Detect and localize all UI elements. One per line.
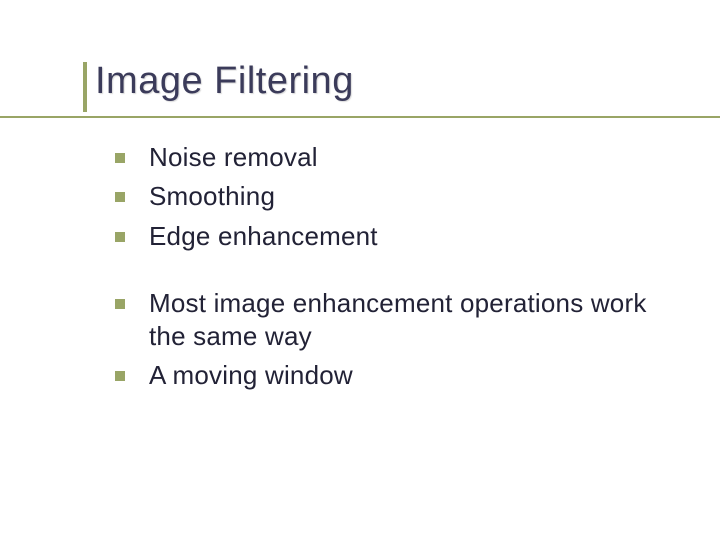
list-item-text: Most image enhancement operations work t… (149, 287, 670, 354)
square-bullet-icon (115, 192, 125, 202)
slide-content: Noise removal Smoothing Edge enhancement… (95, 141, 670, 393)
slide: Image Filtering Noise removal Smoothing … (0, 0, 720, 540)
list-item-text: Smoothing (149, 180, 275, 213)
list-item: Noise removal (95, 141, 670, 174)
square-bullet-icon (115, 371, 125, 381)
list-item-text: Edge enhancement (149, 220, 378, 253)
list-item: Smoothing (95, 180, 670, 213)
title-vertical-bar (83, 62, 87, 112)
square-bullet-icon (115, 232, 125, 242)
bullet-group-2: Most image enhancement operations work t… (95, 287, 670, 393)
title-underline (0, 116, 720, 118)
square-bullet-icon (115, 153, 125, 163)
square-bullet-icon (115, 299, 125, 309)
title-wrap: Image Filtering (95, 60, 670, 103)
bullet-group-1: Noise removal Smoothing Edge enhancement (95, 141, 670, 253)
list-item: A moving window (95, 359, 670, 392)
list-item-text: A moving window (149, 359, 353, 392)
list-item-text: Noise removal (149, 141, 318, 174)
list-item: Edge enhancement (95, 220, 670, 253)
list-item: Most image enhancement operations work t… (95, 287, 670, 354)
slide-title: Image Filtering (95, 60, 670, 103)
